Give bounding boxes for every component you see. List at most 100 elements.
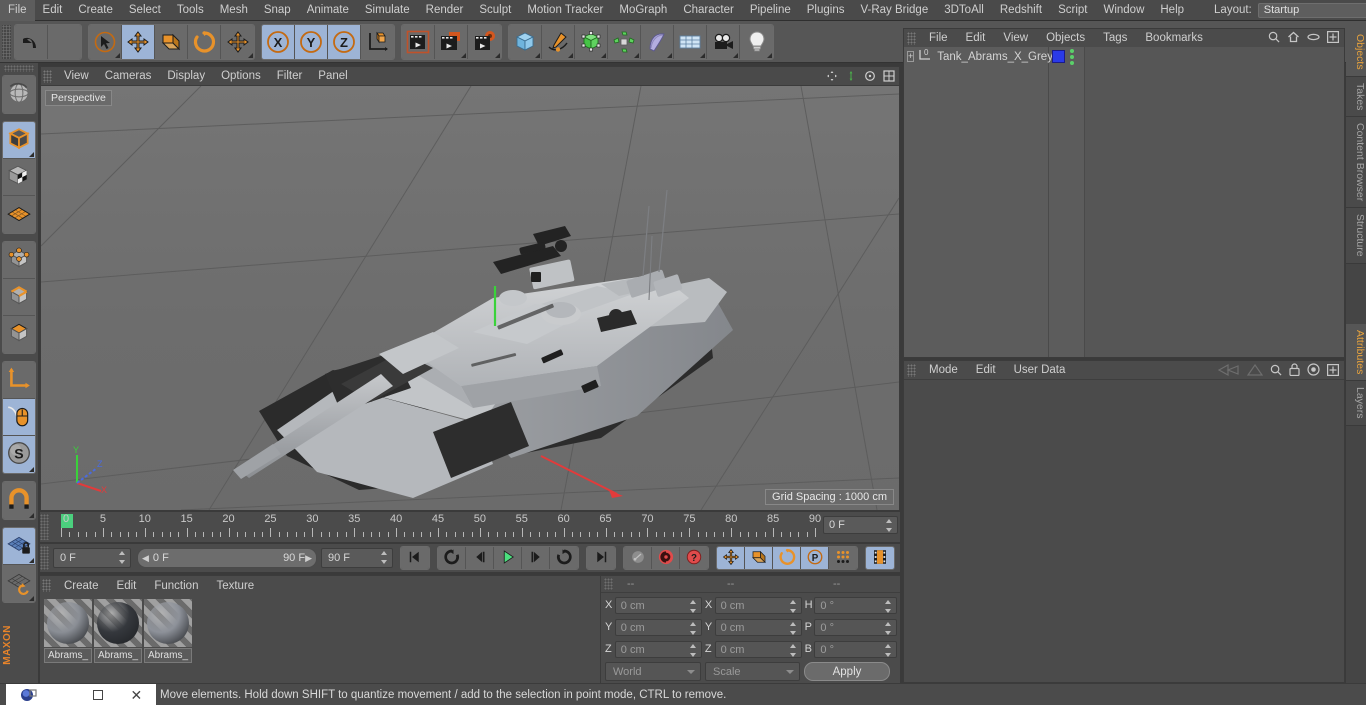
- stepper-icon[interactable]: [119, 551, 126, 564]
- attributes-menu-user-data[interactable]: User Data: [1005, 364, 1075, 376]
- object-axis-button[interactable]: [3, 362, 35, 399]
- coordinate-rot-input-p[interactable]: 0 °: [814, 618, 897, 636]
- menu-item-motion-tracker[interactable]: Motion Tracker: [519, 0, 611, 21]
- material-swatch[interactable]: Abrams_: [144, 599, 192, 663]
- play-forward-button[interactable]: [494, 547, 522, 569]
- coordinates-grip[interactable]: [604, 578, 613, 590]
- current-frame-field[interactable]: 0 F: [53, 548, 131, 568]
- viewport-menu-view[interactable]: View: [56, 67, 97, 86]
- keyframe-help-button[interactable]: ?: [680, 547, 708, 569]
- make-editable-button[interactable]: [3, 122, 35, 159]
- move-tool[interactable]: [122, 24, 155, 59]
- timeline-toggle-button[interactable]: [866, 547, 894, 569]
- coordinate-size-input-x[interactable]: 0 cm: [714, 596, 802, 614]
- polygons-mode-button[interactable]: [3, 316, 35, 353]
- menu-item-plugins[interactable]: Plugins: [799, 0, 853, 21]
- scale-tool[interactable]: [155, 24, 188, 59]
- material-menu-texture[interactable]: Texture: [207, 580, 263, 592]
- menu-item-3dtoall[interactable]: 3DToAll: [936, 0, 992, 21]
- points-mode-button[interactable]: [3, 242, 35, 279]
- expand-toggle-icon[interactable]: +: [907, 51, 915, 62]
- layout-dropdown[interactable]: Startup: [1257, 2, 1366, 18]
- left-toolbar-grip[interactable]: [4, 65, 34, 72]
- add-spline-button[interactable]: [542, 24, 575, 59]
- history-forward-icon[interactable]: [1246, 363, 1264, 379]
- add-light-button[interactable]: [740, 24, 773, 59]
- add-cube-button[interactable]: [509, 24, 542, 59]
- vertical-tab-structure[interactable]: Structure: [1346, 208, 1366, 264]
- menu-item-edit[interactable]: Edit: [35, 0, 71, 21]
- step-back-button[interactable]: [466, 547, 494, 569]
- coordinate-size-input-z[interactable]: 0 cm: [714, 640, 802, 658]
- coordinate-pos-input-y[interactable]: 0 cm: [614, 618, 702, 636]
- autokey-button[interactable]: [652, 547, 680, 569]
- material-manager-grip[interactable]: [42, 579, 51, 592]
- stepper-icon[interactable]: [885, 643, 892, 657]
- coordinate-pos-input-x[interactable]: 0 cm: [614, 596, 702, 614]
- object-menu-edit[interactable]: Edit: [957, 32, 995, 44]
- record-key-button[interactable]: [624, 547, 652, 569]
- object-menu-objects[interactable]: Objects: [1037, 32, 1094, 44]
- end-frame-field[interactable]: 90 F: [321, 548, 393, 568]
- coordinate-rot-input-h[interactable]: 0 °: [814, 596, 897, 614]
- record-scale-button[interactable]: [745, 547, 773, 569]
- coordinate-pos-input-z[interactable]: 0 cm: [614, 640, 702, 658]
- rotate-icon[interactable]: [864, 70, 876, 85]
- zoom-icon[interactable]: [845, 70, 857, 85]
- menu-item-create[interactable]: Create: [70, 0, 121, 21]
- add-camera-button[interactable]: [707, 24, 740, 59]
- search-icon[interactable]: [1270, 364, 1282, 379]
- close-icon[interactable]: ✕: [130, 688, 142, 702]
- range-right-arrow-icon[interactable]: ▶: [305, 553, 312, 564]
- vertical-tab-content-browser[interactable]: Content Browser: [1346, 117, 1366, 209]
- object-menu-bookmarks[interactable]: Bookmarks: [1136, 32, 1212, 44]
- menu-item-sculpt[interactable]: Sculpt: [471, 0, 519, 21]
- attributes-manager-grip[interactable]: [907, 363, 916, 377]
- edges-mode-button[interactable]: [3, 279, 35, 316]
- coordinate-system-dropdown[interactable]: World: [605, 662, 701, 681]
- attributes-menu-mode[interactable]: Mode: [920, 364, 967, 376]
- preview-range-bar[interactable]: ◀ 0 F 90 F ▶: [137, 548, 317, 568]
- viewport-solo-button[interactable]: [3, 159, 35, 196]
- menu-item-v-ray-bridge[interactable]: V-Ray Bridge: [852, 0, 936, 21]
- object-menu-file[interactable]: File: [920, 32, 957, 44]
- maximize-icon[interactable]: [92, 689, 103, 700]
- lock-z-axis-button[interactable]: Z: [328, 24, 361, 59]
- stepper-icon[interactable]: [789, 599, 797, 613]
- viewport-canvas[interactable]: Perspective Grid Spacing : 1000 cm Y X Z: [41, 86, 899, 510]
- material-tag-blue[interactable]: [1052, 50, 1065, 63]
- enable-snap-button[interactable]: [3, 482, 35, 519]
- size-mode-dropdown[interactable]: Scale: [705, 662, 800, 681]
- menu-item-render[interactable]: Render: [418, 0, 472, 21]
- stepper-icon[interactable]: [689, 599, 697, 613]
- coordinate-size-input-y[interactable]: 0 cm: [714, 618, 802, 636]
- render-view-button[interactable]: [402, 24, 435, 59]
- attributes-manager-body[interactable]: [904, 379, 1344, 682]
- toolbar-grip[interactable]: [2, 24, 11, 59]
- lock-workplane-button[interactable]: [3, 528, 35, 565]
- soft-selection-button[interactable]: S: [3, 436, 35, 473]
- menu-item-mesh[interactable]: Mesh: [212, 0, 256, 21]
- attributes-menu-edit[interactable]: Edit: [967, 364, 1005, 376]
- material-swatch[interactable]: Abrams_: [94, 599, 142, 663]
- menu-item-animate[interactable]: Animate: [299, 0, 357, 21]
- material-menu-create[interactable]: Create: [55, 580, 108, 592]
- go-to-start-button[interactable]: [401, 547, 429, 569]
- green-dots-tag[interactable]: [1070, 48, 1074, 65]
- viewport-menu-options[interactable]: Options: [213, 67, 269, 86]
- rotate-tool[interactable]: [188, 24, 221, 59]
- object-manager-grip[interactable]: [907, 31, 916, 45]
- add-floor-button[interactable]: [674, 24, 707, 59]
- render-region-button[interactable]: [435, 24, 468, 59]
- stepper-icon[interactable]: [886, 519, 893, 532]
- menu-item-pipeline[interactable]: Pipeline: [742, 0, 799, 21]
- stepper-icon[interactable]: [885, 599, 892, 613]
- undo-button[interactable]: [15, 24, 48, 59]
- history-back-icon[interactable]: [1217, 363, 1240, 379]
- menu-item-select[interactable]: Select: [121, 0, 169, 21]
- menu-item-redshift[interactable]: Redshift: [992, 0, 1050, 21]
- maximize-icon[interactable]: [883, 70, 895, 85]
- redo-button[interactable]: [48, 24, 81, 59]
- lock-icon[interactable]: [1289, 363, 1300, 379]
- object-menu-view[interactable]: View: [994, 32, 1037, 44]
